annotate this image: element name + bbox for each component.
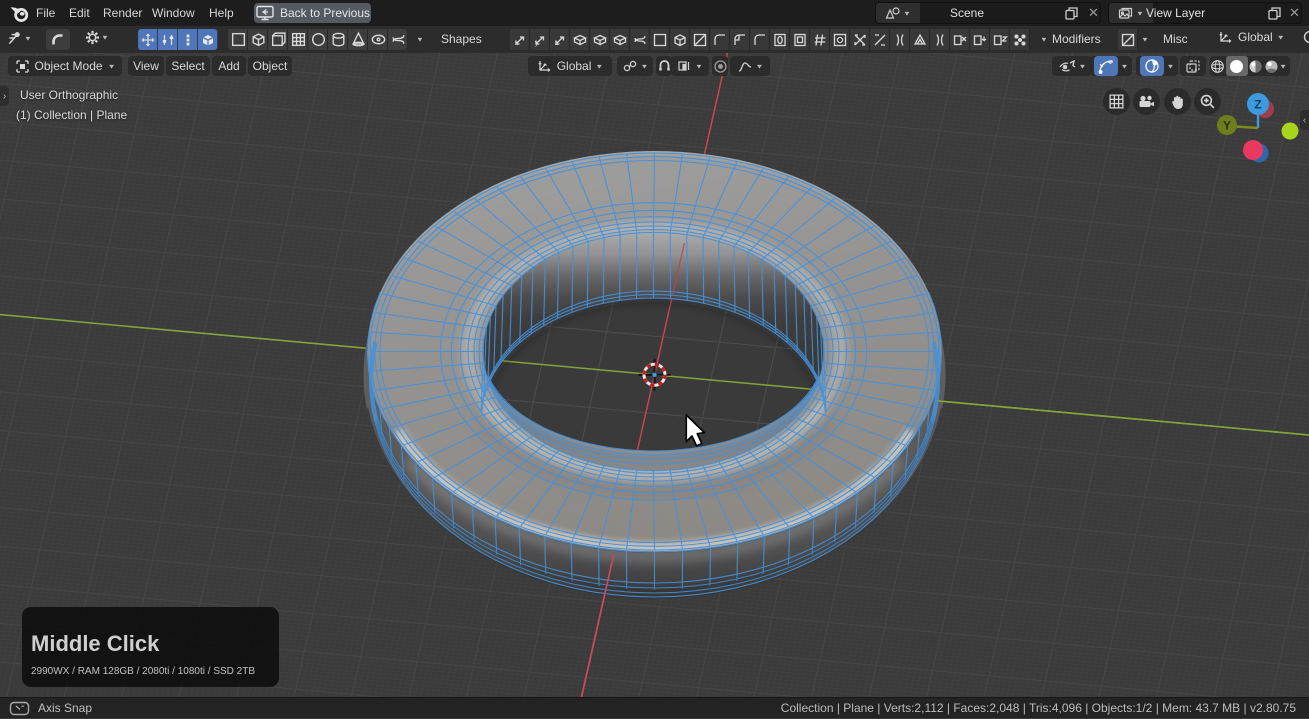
svg-text:z: z [555,41,558,47]
svg-text:Y: Y [1223,119,1231,133]
svg-text:y: y [535,41,538,47]
svg-text:x: x [515,41,518,47]
svg-text:Z: Z [1254,98,1261,112]
